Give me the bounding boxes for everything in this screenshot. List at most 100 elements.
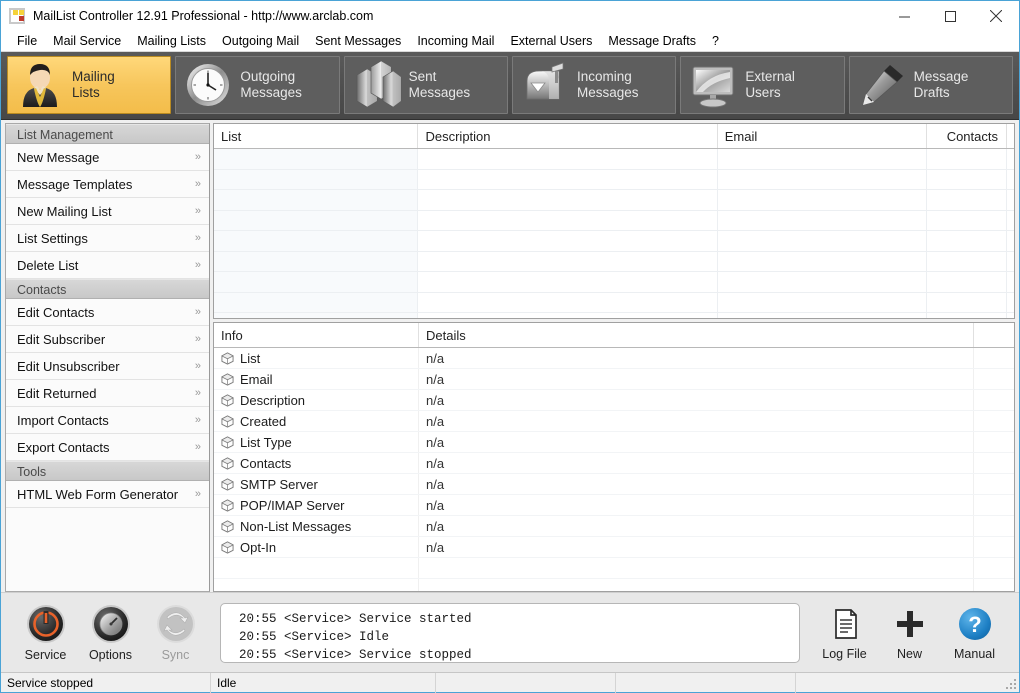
info-row-key: POP/IMAP Server xyxy=(240,497,345,513)
column-header-description[interactable]: Description xyxy=(418,124,718,148)
svg-text:?: ? xyxy=(968,612,981,637)
info-row[interactable]: Contacts n/a xyxy=(214,453,1014,474)
info-row[interactable]: List n/a xyxy=(214,348,1014,369)
chevron-right-icon: » xyxy=(194,205,201,217)
menu-sent-messages[interactable]: Sent Messages xyxy=(307,31,409,52)
options-button[interactable]: Options xyxy=(78,603,143,662)
sidebar-item-label: Edit Unsubscriber xyxy=(17,358,120,374)
manual-button-label: Manual xyxy=(954,647,995,661)
chevron-right-icon: » xyxy=(194,151,201,163)
chevron-right-icon: » xyxy=(194,178,201,190)
toolbar-label-external-users: External Users xyxy=(745,69,795,100)
table-row[interactable] xyxy=(214,190,1014,211)
toolbar-label-message-drafts: Message Drafts xyxy=(913,69,969,100)
table-row[interactable] xyxy=(214,272,1014,293)
monitor-icon xyxy=(687,59,739,111)
sidebar-item-export-contacts[interactable]: Export Contacts » xyxy=(6,434,209,461)
info-row-empty[interactable] xyxy=(214,579,1014,591)
column-header-info[interactable]: Info xyxy=(214,323,419,347)
menu-external-users[interactable]: External Users xyxy=(502,31,600,52)
application-window: MailList Controller 12.91 Professional -… xyxy=(0,0,1020,693)
info-row-key: Created xyxy=(240,413,287,429)
table-row[interactable] xyxy=(214,149,1014,170)
main-toolbar: Mailing Lists Outgoing Messages Sent Mes… xyxy=(1,52,1019,120)
menu-mail-service[interactable]: Mail Service xyxy=(45,31,129,52)
sidebar-item-edit-returned[interactable]: Edit Returned » xyxy=(6,380,209,407)
sidebar-item-edit-subscriber[interactable]: Edit Subscriber » xyxy=(6,326,209,353)
menu-bar: File Mail Service Mailing Lists Outgoing… xyxy=(1,31,1019,52)
info-row-key: Contacts xyxy=(240,455,292,471)
sidebar-item-new-mailing-list[interactable]: New Mailing List » xyxy=(6,198,209,225)
toolbar-button-outgoing-messages[interactable]: Outgoing Messages xyxy=(175,56,340,114)
resize-grip-icon[interactable] xyxy=(1005,678,1017,690)
sidebar-item-label: Edit Contacts xyxy=(17,304,95,320)
info-row[interactable]: Description n/a xyxy=(214,390,1014,411)
bottom-toolbar: Service Options Sync 20:55 <Service> Ser… xyxy=(1,592,1019,672)
info-row[interactable]: Email n/a xyxy=(214,369,1014,390)
menu-message-drafts[interactable]: Message Drafts xyxy=(600,31,704,52)
info-row[interactable]: POP/IMAP Server n/a xyxy=(214,495,1014,516)
info-row-empty[interactable] xyxy=(214,558,1014,579)
toolbar-button-incoming-messages[interactable]: Incoming Messages xyxy=(511,56,677,114)
sidebar-item-edit-contacts[interactable]: Edit Contacts » xyxy=(6,299,209,326)
chevron-right-icon: » xyxy=(194,333,201,345)
sidebar-item-new-message[interactable]: New Message » xyxy=(6,144,209,171)
sidebar-item-label: Edit Returned xyxy=(17,385,97,401)
info-row-spacer xyxy=(974,369,1014,389)
table-row[interactable] xyxy=(214,292,1014,313)
menu-file[interactable]: File xyxy=(9,31,45,52)
column-header-contacts[interactable]: Contacts xyxy=(927,124,1007,148)
table-row[interactable] xyxy=(214,210,1014,231)
column-header-email[interactable]: Email xyxy=(718,124,928,148)
chevron-right-icon: » xyxy=(194,306,201,318)
column-header-list[interactable]: List xyxy=(214,124,419,148)
log-file-button[interactable]: Log File xyxy=(812,604,877,661)
toolbar-button-sent-messages[interactable]: Sent Messages xyxy=(343,56,508,114)
minimize-button[interactable] xyxy=(881,1,927,31)
cube-icon xyxy=(221,351,234,365)
maximize-button[interactable] xyxy=(927,1,973,31)
new-button[interactable]: New xyxy=(877,604,942,661)
sidebar-item-list-settings[interactable]: List Settings » xyxy=(6,225,209,252)
mailing-lists-table[interactable]: List Description Email Contacts xyxy=(213,123,1015,319)
info-row[interactable]: List Type n/a xyxy=(214,432,1014,453)
menu-incoming-mail[interactable]: Incoming Mail xyxy=(409,31,502,52)
info-row-value: n/a xyxy=(419,390,974,410)
info-row[interactable]: Non-List Messages n/a xyxy=(214,516,1014,537)
toolbar-button-external-users[interactable]: External Users xyxy=(680,56,845,114)
info-row-key-cell: List xyxy=(214,348,419,368)
status-activity: Idle xyxy=(211,672,436,693)
menu-outgoing-mail[interactable]: Outgoing Mail xyxy=(214,31,307,52)
menu-mailing-lists[interactable]: Mailing Lists xyxy=(129,31,214,52)
table-row[interactable] xyxy=(214,313,1014,318)
sidebar-item-message-templates[interactable]: Message Templates » xyxy=(6,171,209,198)
service-button[interactable]: Service xyxy=(13,603,78,662)
column-header-details[interactable]: Details xyxy=(419,323,974,347)
info-row-key-cell: POP/IMAP Server xyxy=(214,495,419,515)
table-row[interactable] xyxy=(214,231,1014,252)
info-row-value: n/a xyxy=(419,516,974,536)
log-output-panel[interactable]: 20:55 <Service> Service started 20:55 <S… xyxy=(220,602,800,663)
sync-button[interactable]: Sync xyxy=(143,603,208,662)
info-details-table[interactable]: Info Details List n/a Email n/a Description n… xyxy=(213,322,1015,592)
info-details-table-header: Info Details xyxy=(214,323,1014,348)
sidebar-item-delete-list[interactable]: Delete List » xyxy=(6,252,209,279)
info-row-value: n/a xyxy=(419,474,974,494)
info-row-spacer xyxy=(974,516,1014,536)
toolbar-button-mailing-lists[interactable]: Mailing Lists xyxy=(7,56,172,114)
close-button[interactable] xyxy=(973,1,1019,31)
toolbar-button-message-drafts[interactable]: Message Drafts xyxy=(848,56,1013,114)
sidebar-item-import-contacts[interactable]: Import Contacts » xyxy=(6,407,209,434)
sidebar-item-html-web-form-generator[interactable]: HTML Web Form Generator » xyxy=(6,481,209,508)
table-row[interactable] xyxy=(214,169,1014,190)
info-row[interactable]: SMTP Server n/a xyxy=(214,474,1014,495)
menu-help[interactable]: ? xyxy=(704,31,727,52)
table-row[interactable] xyxy=(214,251,1014,272)
right-pane: List Description Email Contacts Info Det… xyxy=(210,123,1015,592)
info-row[interactable]: Created n/a xyxy=(214,411,1014,432)
info-row[interactable]: Opt-In n/a xyxy=(214,537,1014,558)
status-bar: Service stopped Idle xyxy=(1,672,1019,693)
manual-button[interactable]: ? Manual xyxy=(942,604,1007,661)
sidebar-item-edit-unsubscriber[interactable]: Edit Unsubscriber » xyxy=(6,353,209,380)
info-row-value: n/a xyxy=(419,369,974,389)
